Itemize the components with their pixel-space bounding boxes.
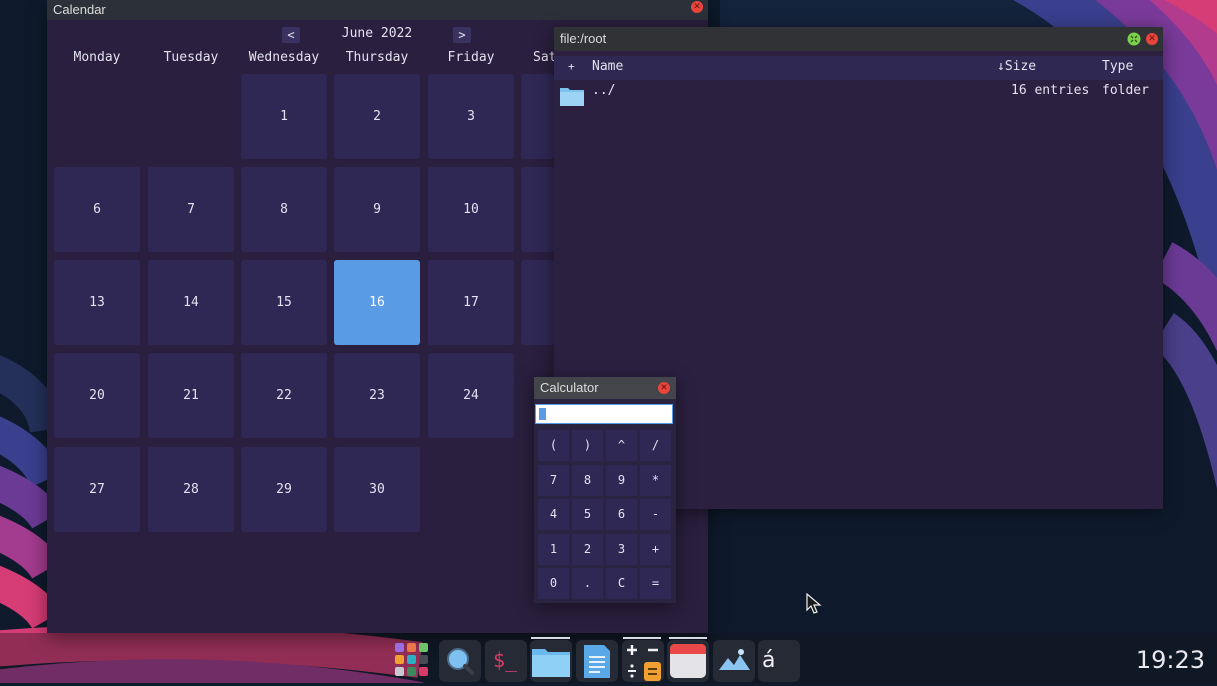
calc-key-8[interactable]: 8 — [572, 465, 603, 496]
calc-key-open-paren[interactable]: ( — [538, 430, 569, 461]
calculator-window: Calculator ✕ ( ) ^ / 7 8 9 * 4 5 6 - 1 2… — [534, 377, 676, 603]
calc-key-1[interactable]: 1 — [538, 534, 569, 565]
calendar-day[interactable]: 3 — [428, 74, 514, 159]
calendar-day[interactable]: 7 — [148, 167, 234, 252]
app-launcher-icon — [395, 643, 428, 676]
calendar-day[interactable]: 8 — [241, 167, 327, 252]
app-launcher-button[interactable] — [393, 640, 435, 682]
file-list-header: + Name ↓Size Type — [554, 56, 1163, 80]
file-name: ../ — [592, 83, 616, 98]
weekday-header: Wednesday — [248, 50, 320, 65]
active-indicator — [531, 637, 570, 639]
calendar-day[interactable]: 17 — [428, 260, 514, 345]
calendar-day[interactable]: 9 — [334, 167, 420, 252]
calendar-titlebar[interactable]: Calendar — [47, 0, 708, 20]
calc-key-clear[interactable]: C — [606, 568, 637, 599]
maximize-icon[interactable] — [1127, 32, 1141, 46]
calc-key-4[interactable]: 4 — [538, 499, 569, 530]
calendar-day[interactable]: 23 — [334, 353, 420, 438]
add-column-button[interactable]: + — [568, 56, 575, 78]
close-icon[interactable]: ✕ — [658, 382, 670, 394]
file-type: folder — [1102, 83, 1149, 98]
size-column-header[interactable]: ↓Size — [997, 56, 1036, 78]
calc-key-decimal[interactable]: . — [572, 568, 603, 599]
prev-month-button[interactable]: < — [282, 27, 300, 43]
window-title: Calculator — [540, 380, 599, 395]
text-editor-button[interactable] — [576, 640, 618, 682]
calendar-day[interactable]: 1 — [241, 74, 327, 159]
calendar-day[interactable]: 6 — [54, 167, 140, 252]
calendar-day[interactable]: 28 — [148, 447, 234, 532]
text-cursor — [539, 408, 546, 420]
calendar-day[interactable]: 24 — [428, 353, 514, 438]
terminal-icon: $_ — [493, 648, 518, 672]
calendar-day[interactable]: 2 — [334, 74, 420, 159]
weekday-header: Monday — [73, 50, 121, 65]
image-viewer-button[interactable] — [713, 640, 755, 682]
folder-icon — [560, 88, 584, 106]
calc-key-plus[interactable]: + — [640, 534, 671, 565]
calc-key-0[interactable]: 0 — [538, 568, 569, 599]
calc-key-2[interactable]: 2 — [572, 534, 603, 565]
window-title: file:/root — [560, 31, 607, 46]
calendar-day[interactable]: 21 — [148, 353, 234, 438]
calendar-icon — [670, 644, 706, 678]
weekday-header: Friday — [447, 50, 495, 65]
search-button[interactable] — [439, 640, 481, 682]
calculator-button[interactable] — [622, 640, 664, 682]
text-editor-icon — [584, 645, 610, 678]
files-button[interactable] — [530, 640, 572, 682]
calendar-day[interactable]: 14 — [148, 260, 234, 345]
active-indicator — [623, 637, 661, 639]
calendar-app-button[interactable] — [667, 640, 709, 682]
calendar-day-today[interactable]: 16 — [334, 260, 420, 345]
character-map-icon: á — [762, 648, 776, 673]
clock[interactable]: 19:23 — [1136, 646, 1205, 674]
mouse-pointer-icon — [806, 593, 822, 614]
calc-key-3[interactable]: 3 — [606, 534, 637, 565]
calc-key-close-paren[interactable]: ) — [572, 430, 603, 461]
calculator-icon — [627, 645, 661, 681]
file-size: 16 entries — [1011, 83, 1090, 98]
character-map-button[interactable]: á — [758, 640, 800, 682]
month-label: June 2022 — [341, 26, 413, 41]
file-row[interactable]: ../ 16 entries folder — [554, 81, 1163, 106]
calendar-day[interactable] — [521, 167, 554, 252]
calendar-day[interactable]: 13 — [54, 260, 140, 345]
calc-key-5[interactable]: 5 — [572, 499, 603, 530]
window-title: Calendar — [53, 2, 106, 17]
calendar-day[interactable]: 15 — [241, 260, 327, 345]
calendar-day[interactable]: 20 — [54, 353, 140, 438]
close-icon[interactable]: ✕ — [691, 1, 703, 13]
weekday-header: Tuesday — [163, 50, 219, 65]
type-column-header[interactable]: Type — [1102, 56, 1133, 78]
calendar-day[interactable]: 29 — [241, 447, 327, 532]
calc-key-divide[interactable]: / — [640, 430, 671, 461]
calculator-titlebar[interactable]: Calculator — [534, 377, 676, 399]
calc-key-minus[interactable]: - — [640, 499, 671, 530]
calc-key-9[interactable]: 9 — [606, 465, 637, 496]
next-month-button[interactable]: > — [453, 27, 471, 43]
terminal-button[interactable]: $_ — [485, 640, 527, 682]
calc-key-multiply[interactable]: * — [640, 465, 671, 496]
image-viewer-icon — [719, 649, 750, 670]
file-manager-titlebar[interactable]: file:/root — [554, 27, 1163, 51]
calc-key-6[interactable]: 6 — [606, 499, 637, 530]
close-icon[interactable]: ✕ — [1146, 33, 1158, 45]
calc-key-power[interactable]: ^ — [606, 430, 637, 461]
calculator-display[interactable] — [535, 404, 673, 424]
calendar-day[interactable] — [521, 74, 554, 159]
calendar-day[interactable]: 27 — [54, 447, 140, 532]
search-icon — [447, 648, 474, 675]
calc-key-equals[interactable]: = — [640, 568, 671, 599]
files-icon — [532, 649, 570, 677]
name-column-header[interactable]: Name — [592, 56, 623, 78]
weekday-header: Thursday — [345, 50, 409, 65]
calendar-day[interactable]: 22 — [241, 353, 327, 438]
active-indicator — [669, 637, 707, 639]
calc-key-7[interactable]: 7 — [538, 465, 569, 496]
calendar-day[interactable]: 30 — [334, 447, 420, 532]
calendar-day[interactable]: 10 — [428, 167, 514, 252]
calendar-day[interactable] — [521, 260, 554, 345]
